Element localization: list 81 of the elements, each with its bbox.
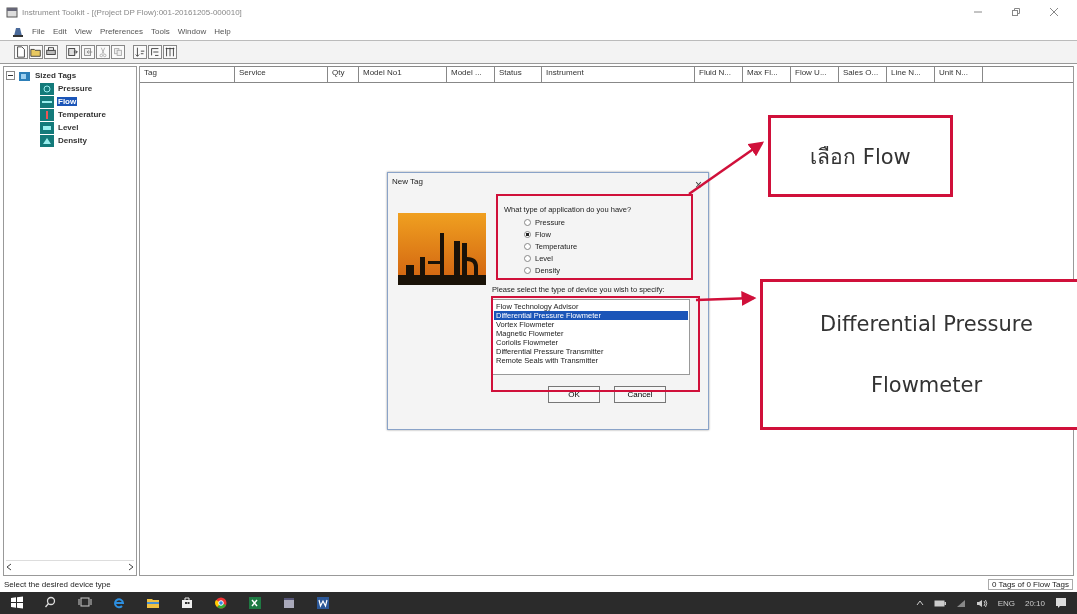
annotation-arrow — [695, 290, 757, 306]
tag-count: 0 Tags of 0 Flow Tags — [987, 578, 1073, 590]
sort-icon — [134, 45, 146, 59]
annotation-callout: Differential Pressure Flowmeter — [760, 279, 1077, 430]
app-icon — [6, 6, 18, 18]
tree-item[interactable]: Flow — [57, 97, 78, 106]
menu-item[interactable]: View — [74, 26, 92, 36]
column-header[interactable]: Model ... — [447, 67, 495, 82]
export-icon — [67, 45, 79, 59]
chevron-up-icon[interactable] — [915, 600, 924, 606]
annotation-callout: เลือก Flow — [768, 115, 953, 197]
column-header[interactable]: Status — [495, 67, 542, 82]
open-folder-button[interactable] — [29, 45, 43, 59]
spreadsheet-icon[interactable] — [248, 596, 262, 610]
notification-icon[interactable] — [1055, 597, 1067, 609]
task-view-icon[interactable] — [78, 596, 92, 610]
menu-item[interactable]: Tools — [151, 26, 170, 36]
printer-button[interactable] — [44, 45, 58, 59]
column-header[interactable]: Max Fl... — [743, 67, 791, 82]
import-button[interactable] — [81, 45, 95, 59]
sort-button[interactable] — [133, 45, 147, 59]
filter-icon — [149, 45, 161, 59]
new-file-icon — [15, 45, 27, 59]
export-button[interactable] — [66, 45, 80, 59]
tag-icon — [40, 95, 54, 108]
menu-item[interactable]: Edit — [52, 26, 67, 36]
menu-item[interactable]: Help — [214, 26, 231, 36]
tag-icon — [40, 134, 54, 147]
document-icon[interactable] — [316, 596, 330, 610]
speaker-icon[interactable] — [975, 598, 988, 608]
browser-icon[interactable] — [112, 596, 126, 610]
menu-item[interactable]: Window — [177, 26, 207, 36]
battery-icon[interactable] — [933, 598, 946, 608]
menu-item[interactable]: File — [32, 26, 45, 36]
signal-icon[interactable] — [955, 598, 966, 608]
columns-icon — [164, 45, 176, 59]
horizontal-scrollbar[interactable] — [6, 560, 134, 573]
collapse-icon[interactable] — [6, 71, 15, 80]
window-icon[interactable] — [282, 596, 296, 610]
scissors-icon — [97, 45, 109, 59]
language-indicator[interactable]: ENG — [997, 598, 1015, 608]
column-header[interactable]: Instrument — [542, 67, 695, 82]
tree-item[interactable]: Sized Tags — [34, 71, 78, 80]
column-header[interactable]: Flow U... — [791, 67, 839, 82]
window-title: Instrument Toolkit - [(Project DP Flow):001-20161205-000010] — [22, 7, 242, 17]
column-header[interactable]: Sales O... — [839, 67, 887, 82]
dialog-title: New Tag — [392, 177, 423, 188]
tree-item[interactable]: Pressure — [57, 84, 94, 93]
close-icon — [1050, 7, 1058, 16]
clock[interactable]: 20:10 — [1024, 598, 1045, 608]
columns-button[interactable] — [163, 45, 177, 59]
tree-item[interactable]: Density — [57, 136, 88, 145]
copy-button[interactable] — [111, 45, 125, 59]
restore-icon — [1012, 7, 1020, 16]
tag-icon — [40, 108, 54, 121]
start-icon[interactable] — [10, 596, 24, 610]
status-message: Select the desired device type — [4, 579, 111, 589]
column-header[interactable]: Line N... — [887, 67, 935, 82]
column-header[interactable]: Service — [235, 67, 328, 82]
column-header[interactable]: Qty — [328, 67, 359, 82]
tag-icon — [40, 82, 54, 95]
column-header[interactable]: Fluid N... — [695, 67, 743, 82]
folder-icon — [18, 69, 31, 82]
tree-item[interactable]: Level — [57, 123, 80, 132]
column-header[interactable]: Unit N... — [935, 67, 983, 82]
scissors-button[interactable] — [96, 45, 110, 59]
tag-icon — [40, 121, 54, 134]
column-header[interactable]: Tag — [140, 67, 235, 82]
store-icon[interactable] — [180, 596, 194, 610]
app-icon — [12, 25, 24, 37]
menu-item[interactable]: Preferences — [99, 26, 144, 36]
filter-button[interactable] — [148, 45, 162, 59]
search-icon[interactable] — [44, 596, 58, 610]
scroll-left-icon[interactable] — [6, 563, 12, 571]
import-icon — [82, 45, 94, 59]
scroll-right-icon[interactable] — [128, 563, 134, 571]
column-header[interactable]: Model No1 — [359, 67, 447, 82]
copy-icon — [112, 45, 124, 59]
tree-item[interactable]: Temperature — [57, 110, 107, 119]
new-file-button[interactable] — [14, 45, 28, 59]
folder-icon[interactable] — [146, 596, 160, 610]
